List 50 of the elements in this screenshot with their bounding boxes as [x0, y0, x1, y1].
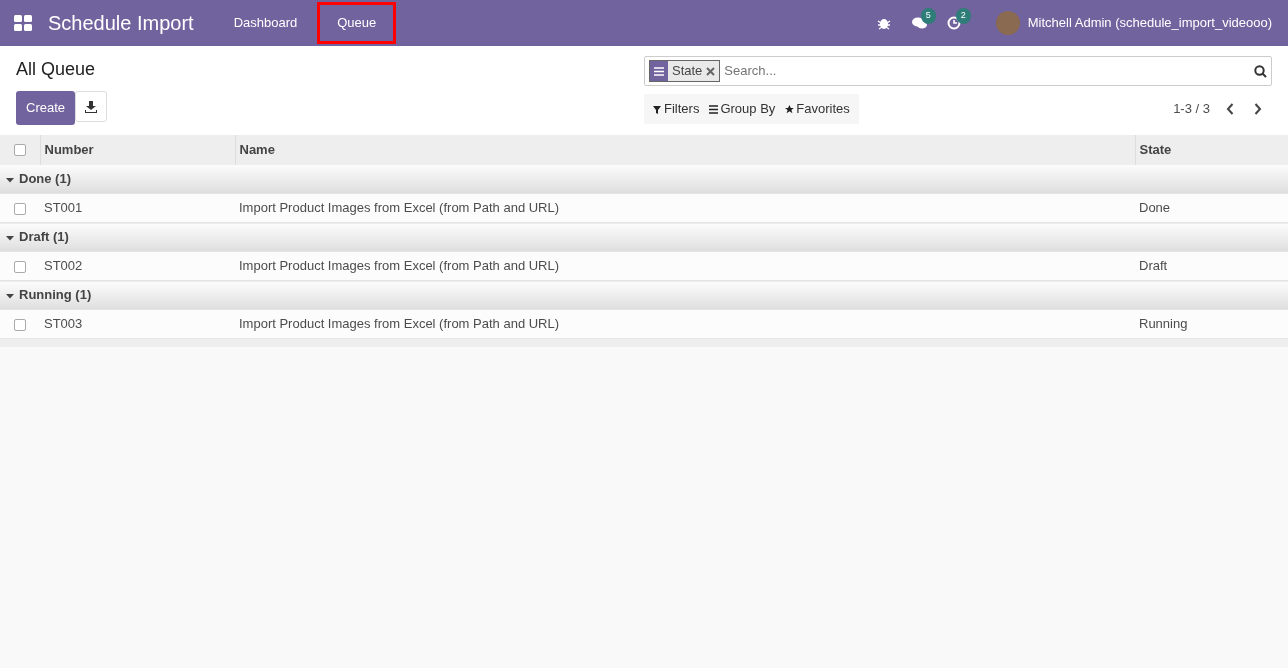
remove-icon[interactable]: [706, 66, 716, 76]
apps-menu-icon[interactable]: [14, 15, 32, 31]
create-button[interactable]: Create: [16, 91, 76, 125]
count-badge: 5: [920, 8, 936, 24]
table-cell: ST002: [40, 251, 235, 281]
menu-item[interactable]: Queue: [317, 2, 397, 44]
chevron-right-icon[interactable]: [1254, 103, 1262, 115]
app-title: Schedule Import: [48, 11, 194, 36]
search-field[interactable]: State Search...: [644, 56, 1272, 86]
group-header[interactable]: Running (1): [19, 287, 92, 303]
checkbox[interactable]: [14, 260, 26, 273]
table-cell: Import Product Images from Excel (from Path and URL): [235, 309, 1135, 339]
list-icon: [654, 66, 664, 76]
filter-facet[interactable]: State: [649, 60, 721, 82]
table-cell: Import Product Images from Excel (from Path and URL): [235, 251, 1135, 281]
table-cell: Import Product Images from Excel (from Path and URL): [235, 193, 1135, 223]
table-cell: ST001: [40, 193, 235, 223]
bug-icon[interactable]: [876, 16, 892, 30]
table-cell: ST003: [40, 309, 235, 339]
caret-down-icon[interactable]: [6, 291, 14, 300]
star-icon: [785, 104, 795, 114]
download-button[interactable]: [75, 91, 108, 122]
column-header[interactable]: Number: [40, 134, 235, 165]
avatar-placeholder: [995, 11, 1020, 35]
caret-down-icon[interactable]: [6, 233, 14, 242]
search-menu-button[interactable]: Filters: [648, 99, 705, 119]
group-header[interactable]: Draft (1): [19, 229, 69, 245]
checkbox[interactable]: [14, 202, 26, 215]
caret-down-icon[interactable]: [6, 175, 14, 184]
user-name[interactable]: Mitchell Admin (schedule_import_videooo): [1027, 13, 1272, 33]
table-cell: Running: [1135, 309, 1288, 339]
menu-item[interactable]: Dashboard: [213, 2, 318, 44]
group-header[interactable]: Done (1): [19, 171, 71, 186]
breadcrumb-title: All Queue: [16, 58, 97, 81]
download-icon: [85, 100, 98, 113]
checkbox[interactable]: [13, 144, 26, 157]
column-header[interactable]: State: [1135, 134, 1288, 165]
pager-value: 1-3 / 3: [1173, 100, 1210, 119]
count-badge: 2: [955, 8, 971, 24]
filter-icon: [653, 104, 662, 114]
search-menu-button[interactable]: Favorites: [780, 99, 855, 119]
search-menu-button[interactable]: Group By: [704, 99, 781, 119]
checkbox[interactable]: [14, 318, 26, 331]
chevron-left-icon[interactable]: [1226, 103, 1234, 115]
list-icon: [709, 104, 719, 114]
search-icon[interactable]: [1254, 64, 1267, 78]
table-cell: Done: [1135, 193, 1288, 223]
column-header[interactable]: Name: [235, 134, 1135, 165]
clock-icon[interactable]: [946, 16, 962, 30]
table-cell: Draft: [1135, 251, 1288, 281]
